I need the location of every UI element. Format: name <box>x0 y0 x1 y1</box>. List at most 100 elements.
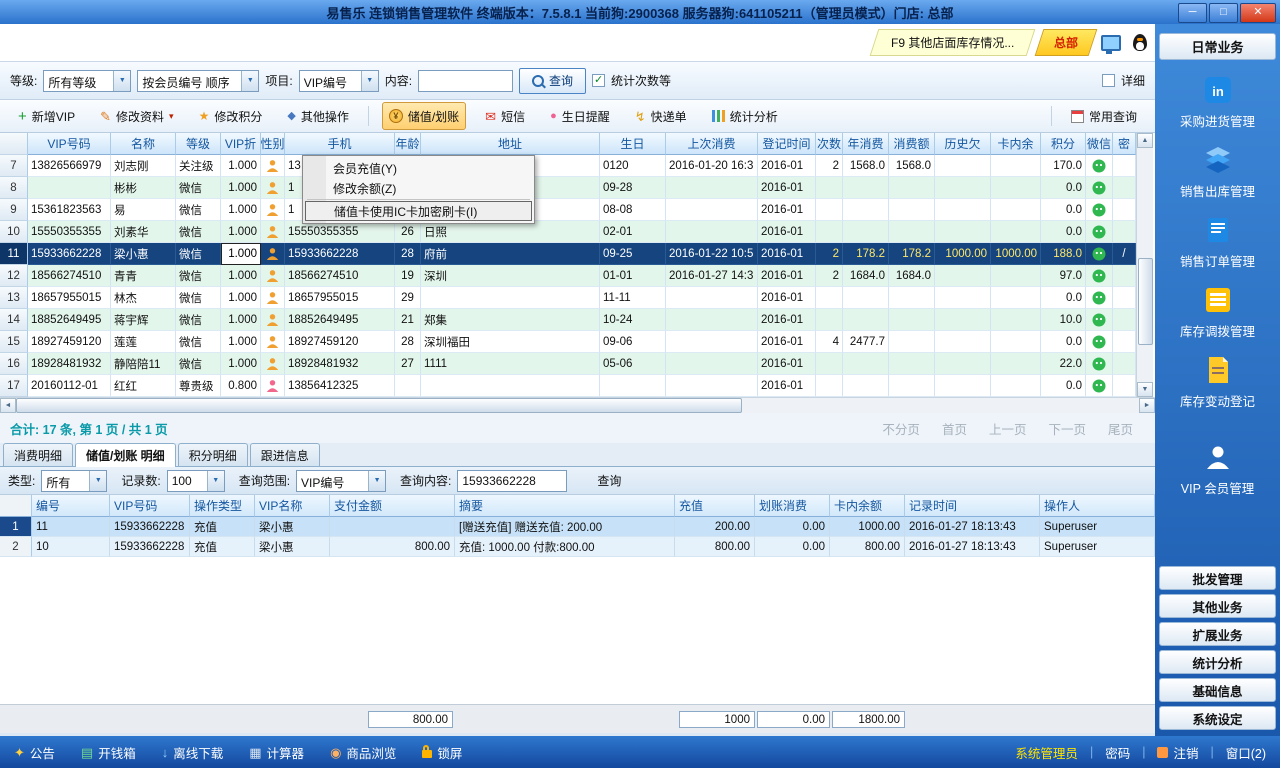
close-button[interactable]: ✕ <box>1240 3 1276 23</box>
column-header-reg[interactable]: 登记时间 <box>758 133 816 155</box>
sidebar-item-vip-management[interactable]: VIP 会员管理 <box>1155 442 1280 497</box>
table-row[interactable]: 21015933662228充值梁小惠800.00充值: 1000.00 付款:… <box>0 537 1155 557</box>
statusbar-item[interactable]: ↓离线下载 <box>162 743 224 762</box>
tab-follow-up[interactable]: 跟进信息 <box>250 443 320 466</box>
common-query-button[interactable]: 常用查询 <box>1065 103 1143 129</box>
column-header-birth[interactable]: 生日 <box>600 133 666 155</box>
column-header-gender[interactable]: 性别 <box>261 133 285 155</box>
table-row[interactable]: 1618928481932静陪陪11微信1.000189284819322711… <box>0 353 1155 375</box>
tab-points-detail[interactable]: 积分明细 <box>178 443 248 466</box>
scroll-right-icon[interactable]: ► <box>1139 398 1155 413</box>
tab-recharge-detail[interactable]: 储值/划账 明细 <box>75 443 176 467</box>
f9-other-stores-tab[interactable]: F9 其他店面库存情况... <box>869 29 1035 56</box>
table-row[interactable]: 1418852649495蒋宇辉微信1.0001885264949521郑集10… <box>0 309 1155 331</box>
column-header-wechat[interactable]: 微信 <box>1086 133 1113 155</box>
records-select[interactable]: 100 <box>167 470 225 492</box>
statusbar-item[interactable]: ✦公告 <box>14 743 55 762</box>
column-header-name[interactable]: VIP名称 <box>255 495 330 517</box>
system-settings-button[interactable]: 系统设定 <box>1159 706 1276 730</box>
context-menu-item[interactable]: 储值卡使用IC卡加密刷卡(I) <box>305 201 532 221</box>
monitor-icon[interactable] <box>1101 35 1121 51</box>
new-vip-button[interactable]: +新增VIP <box>12 103 81 129</box>
sidebar-header-daily-business[interactable]: 日常业务 <box>1159 33 1276 60</box>
qq-icon[interactable] <box>1133 34 1147 51</box>
table-row[interactable]: 1318657955015林杰微信1.000186579550152911-11… <box>0 287 1155 309</box>
store-tab[interactable]: 总部 <box>1035 29 1098 56</box>
sidebar-item-sales-orders[interactable]: 销售订单管理 <box>1155 215 1280 270</box>
column-header-last[interactable]: 上次消费 <box>666 133 758 155</box>
column-header-vip[interactable]: VIP号码 <box>28 133 111 155</box>
detail-checkbox[interactable] <box>1102 74 1115 87</box>
column-header-operator[interactable]: 操作人 <box>1040 495 1155 517</box>
recharge-deduct-button[interactable]: ¥储值/划账 <box>382 102 466 130</box>
column-header-balance[interactable]: 卡内余额 <box>830 495 905 517</box>
range-select[interactable]: VIP编号 <box>296 470 386 492</box>
birthday-reminder-button[interactable]: ●生日提醒 <box>544 103 616 129</box>
other-business-button[interactable]: 其他业务 <box>1159 594 1276 618</box>
type-select[interactable]: 所有 <box>41 470 107 492</box>
table-row[interactable]: 1015550355355刘素华微信1.0001555035535526日照02… <box>0 221 1155 243</box>
detail-search-button[interactable]: 查询 <box>597 472 621 489</box>
other-operations-button[interactable]: ◆其他操作 <box>281 103 354 129</box>
table-row[interactable]: 1218566274510青青微信1.0001856627451019深圳01-… <box>0 265 1155 287</box>
logout-button[interactable]: 注销 <box>1157 743 1198 762</box>
stats-analysis-nav-button[interactable]: 统计分析 <box>1159 650 1276 674</box>
statusbar-item[interactable]: ▦计算器 <box>249 743 304 762</box>
vertical-scroll-thumb[interactable] <box>1138 258 1153 345</box>
extended-business-button[interactable]: 扩展业务 <box>1159 622 1276 646</box>
sidebar-item-stock-transfer[interactable]: 库存调拨管理 <box>1155 285 1280 340</box>
column-header-pwd[interactable]: 密 <box>1113 133 1136 155</box>
column-header-debt[interactable]: 历史欠 <box>935 133 991 155</box>
item-select[interactable]: VIP编号 <box>299 70 379 92</box>
column-header-pay[interactable]: 支付金额 <box>330 495 455 517</box>
table-row[interactable]: 713826566979刘志刚关注级1.0001301202016-01-20 … <box>0 155 1155 177</box>
table-row[interactable]: 1720160112-01红红尊贵级0.800138564123252016-0… <box>0 375 1155 397</box>
wholesale-management-button[interactable]: 批发管理 <box>1159 566 1276 590</box>
scroll-up-icon[interactable]: ▲ <box>1137 133 1153 148</box>
last-page-link[interactable]: 尾页 <box>1108 419 1133 438</box>
scroll-down-icon[interactable]: ▼ <box>1137 382 1153 397</box>
scroll-left-icon[interactable]: ◄ <box>0 398 16 413</box>
column-header-age[interactable]: 年龄 <box>395 133 421 155</box>
horizontal-scroll-track[interactable] <box>16 398 1139 413</box>
sidebar-item-sales-outbound[interactable]: 销售出库管理 <box>1155 145 1280 200</box>
express-order-button[interactable]: ↯快递单 <box>629 103 693 129</box>
column-header-bal[interactable]: 卡内余 <box>991 133 1041 155</box>
password-button[interactable]: 密码 <box>1105 743 1130 762</box>
next-page-link[interactable]: 下一页 <box>1048 419 1086 438</box>
table-row[interactable]: 915361823563易微信1.000108-082016-010.0 <box>0 199 1155 221</box>
column-header-vip[interactable]: VIP号码 <box>110 495 190 517</box>
table-row[interactable]: 8彬彬微信1.000109-282016-010.0 <box>0 177 1155 199</box>
table-row[interactable]: 11115933662228充值梁小惠[赠送充值] 赠送充值: 200.0020… <box>0 517 1155 537</box>
column-header-id[interactable]: 编号 <box>32 495 110 517</box>
column-header-num[interactable] <box>0 495 32 517</box>
sidebar-item-stock-change[interactable]: 库存变动登记 <box>1155 355 1280 410</box>
column-header-addr[interactable]: 地址 <box>421 133 600 155</box>
column-header-pts[interactable]: 积分 <box>1041 133 1086 155</box>
context-menu-item[interactable]: 修改余额(Z) <box>305 178 532 198</box>
table-row[interactable]: 1115933662228梁小惠微信1.0001593366222828府前09… <box>0 243 1155 265</box>
horizontal-scroll-thumb[interactable] <box>16 398 742 413</box>
edit-profile-button[interactable]: ✎修改资料▾ <box>94 103 179 129</box>
current-user-label[interactable]: 系统管理员 <box>1015 743 1078 762</box>
column-header-summary[interactable]: 摘要 <box>455 495 675 517</box>
minimize-button[interactable]: ─ <box>1178 3 1207 23</box>
no-paging-link[interactable]: 不分页 <box>882 419 920 438</box>
vertical-scroll-track[interactable] <box>1137 148 1153 382</box>
sidebar-item-purchase[interactable]: in 采购进货管理 <box>1155 75 1280 130</box>
column-header-deduct[interactable]: 划账消费 <box>755 495 830 517</box>
column-header-time[interactable]: 记录时间 <box>905 495 1040 517</box>
first-page-link[interactable]: 首页 <box>942 419 967 438</box>
stats-checkbox[interactable] <box>592 74 605 87</box>
basic-info-button[interactable]: 基础信息 <box>1159 678 1276 702</box>
table-row[interactable]: 1518927459120莲莲微信1.0001892745912028深圳福田0… <box>0 331 1155 353</box>
column-header-phone[interactable]: 手机 <box>285 133 395 155</box>
maximize-button[interactable]: □ <box>1209 3 1238 23</box>
column-header-year[interactable]: 年消费 <box>843 133 889 155</box>
content-input[interactable] <box>418 70 513 92</box>
horizontal-scrollbar[interactable]: ◄ ► <box>0 397 1155 413</box>
tab-consume-detail[interactable]: 消费明细 <box>3 443 73 466</box>
edit-points-button[interactable]: ★修改积分 <box>193 103 269 129</box>
column-header-name[interactable]: 名称 <box>111 133 176 155</box>
order-select[interactable]: 按会员编号 顺序 <box>137 70 259 92</box>
